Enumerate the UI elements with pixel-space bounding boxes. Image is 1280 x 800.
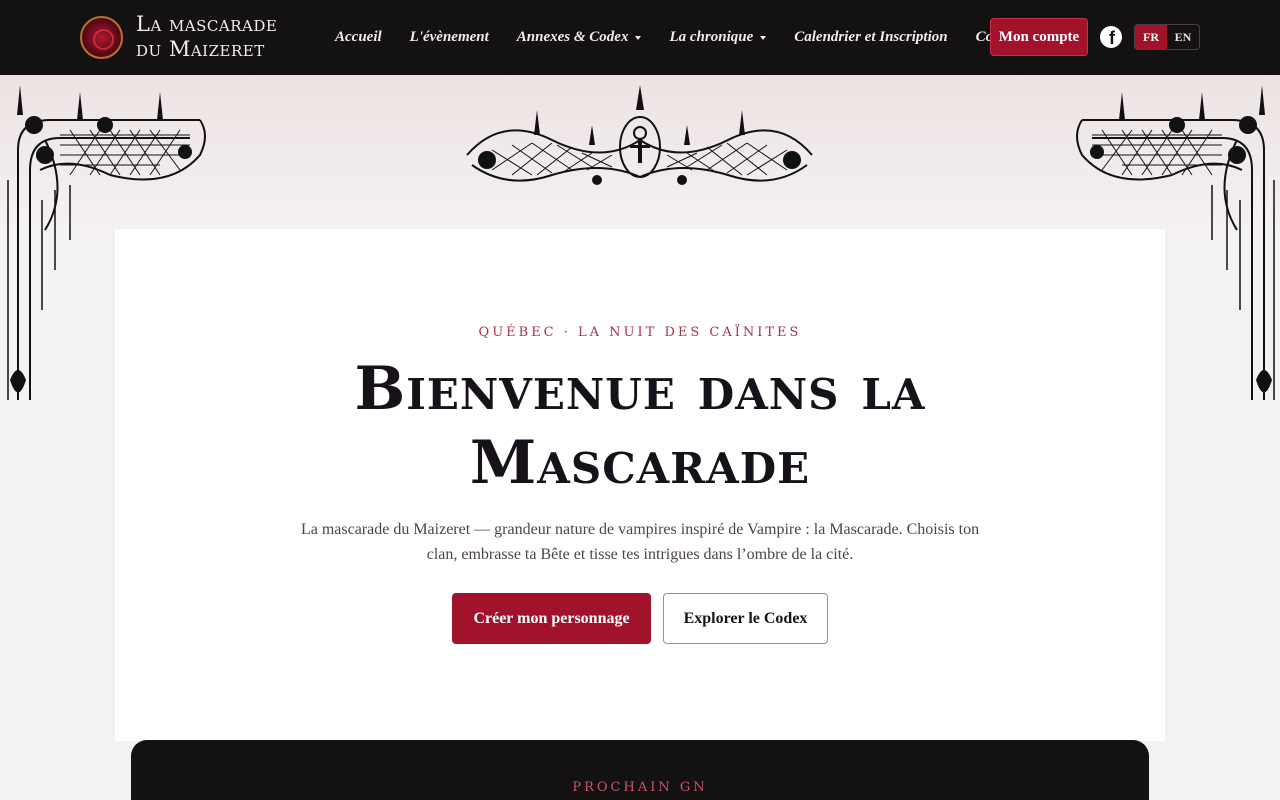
hero-title: Bienvenue dans la Mascarade — [115, 352, 1165, 500]
nav-evenement[interactable]: L'évènement — [410, 29, 489, 46]
site-brand[interactable]: La mascarade du Maizeret — [80, 12, 277, 62]
lang-fr-button[interactable]: FR — [1135, 25, 1167, 49]
main-nav: Accueil L'évènement Annexes & Codex La c… — [335, 29, 1052, 46]
rose-logo-icon[interactable] — [80, 15, 123, 59]
facebook-icon[interactable]: f — [1100, 26, 1122, 48]
nav-annexes-codex[interactable]: Annexes & Codex — [517, 29, 642, 46]
brand-line-2: du Maizeret — [136, 37, 265, 61]
account-button[interactable]: Mon compte — [990, 18, 1088, 56]
site-header: La mascarade du Maizeret Accueil L'évène… — [0, 0, 1280, 75]
brand-name[interactable]: La mascarade du Maizeret — [136, 12, 277, 62]
chevron-down-icon — [760, 35, 767, 40]
create-character-button[interactable]: Créer mon personnage — [452, 593, 651, 644]
nav-annexes-codex-label: Annexes & Codex — [516, 29, 629, 45]
hero-title-line-2: Mascarade — [469, 428, 811, 498]
language-switcher: FR EN — [1134, 24, 1200, 50]
hero-title-line-1: Bienvenue dans la — [354, 354, 926, 424]
nav-calendrier-inscription[interactable]: Calendrier et Inscription — [794, 29, 947, 46]
nav-accueil[interactable]: Accueil — [335, 29, 382, 46]
explore-codex-button[interactable]: Explorer le Codex — [663, 593, 828, 644]
brand-line-1: La mascarade — [136, 12, 278, 36]
next-event-label: PROCHAIN GN — [572, 780, 708, 795]
next-event-panel: PROCHAIN GN — [131, 740, 1149, 800]
nav-calendrier-label: Calendrier et Inscription — [794, 29, 948, 45]
hero-lead: La mascarade du Maizeret — grandeur natu… — [300, 521, 980, 563]
center-ankh-ornament-icon — [466, 85, 813, 185]
lang-en-button[interactable]: EN — [1167, 25, 1199, 49]
hero-card: QUÉBEC · LA NUIT DES CAÏNITES Bienvenue … — [115, 229, 1165, 741]
nav-chronique-label: La chronique — [669, 29, 754, 45]
chevron-down-icon — [635, 35, 642, 40]
hero-kicker: QUÉBEC · LA NUIT DES CAÏNITES — [478, 325, 802, 340]
nav-accueil-label: Accueil — [335, 29, 382, 45]
nav-chronique[interactable]: La chronique — [669, 29, 767, 46]
nav-evenement-label: L'évènement — [409, 29, 489, 45]
